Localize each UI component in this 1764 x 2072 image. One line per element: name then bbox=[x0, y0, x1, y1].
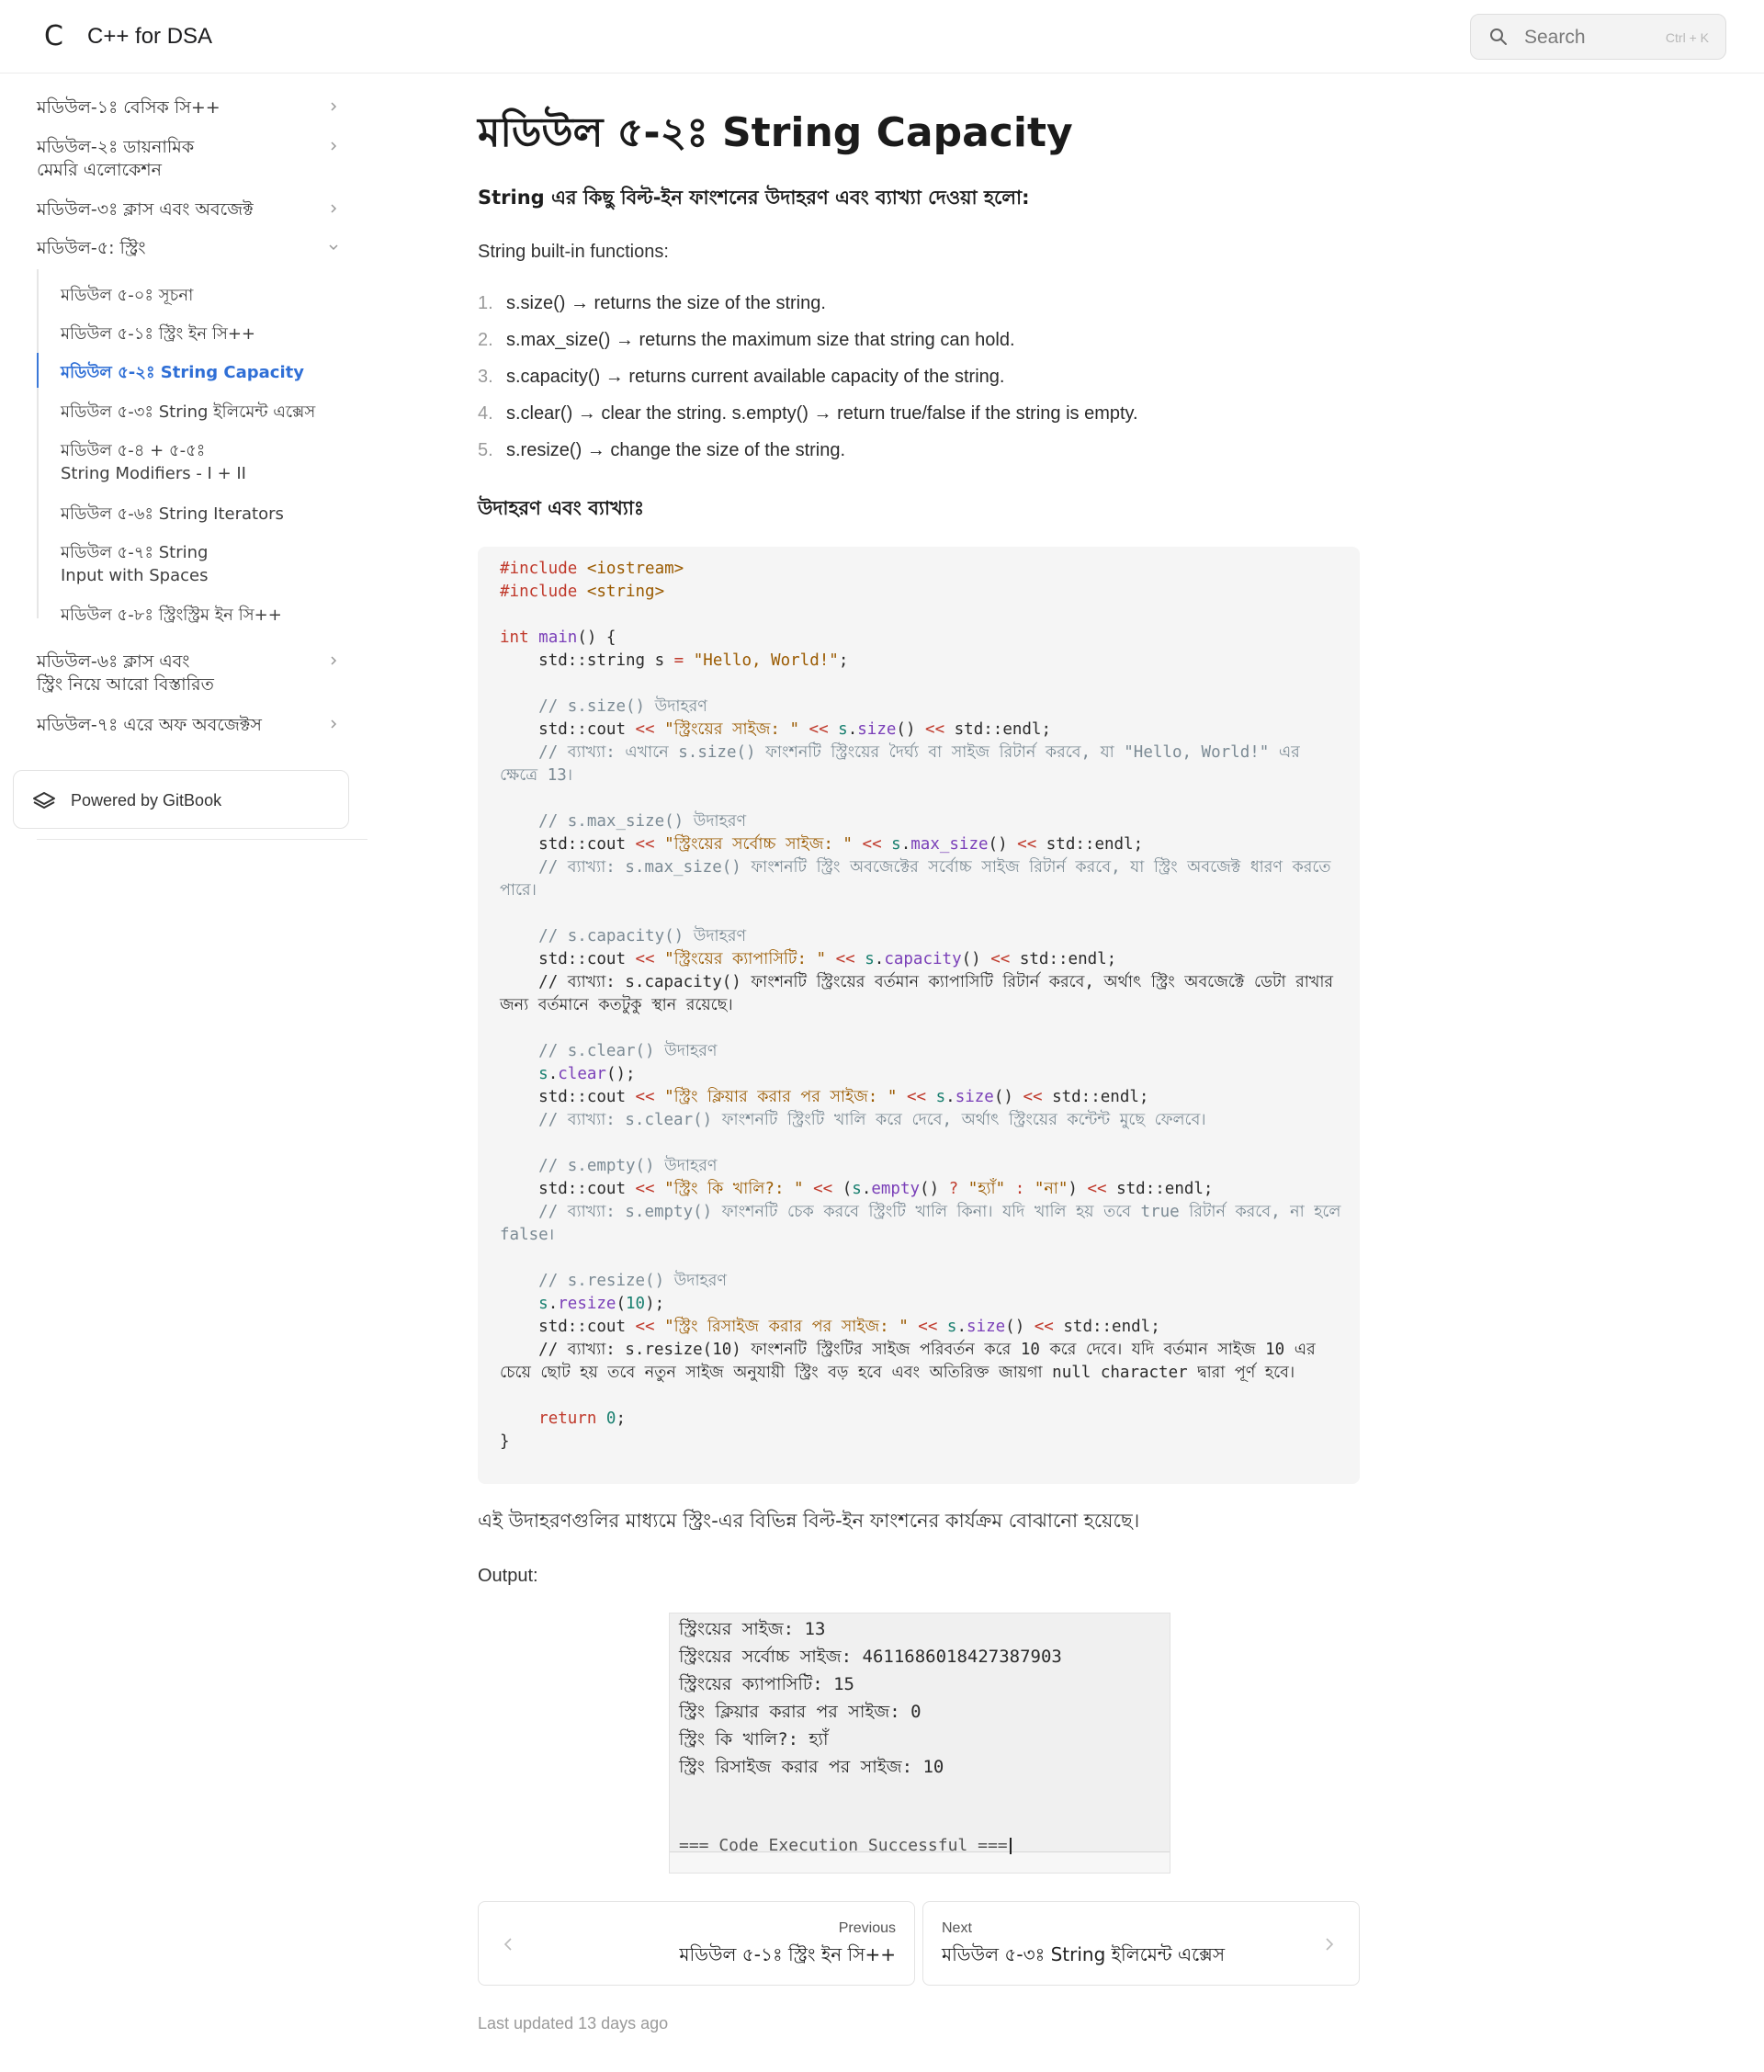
output-line: স্ট্রিংয়ের ক্যাপাসিটি: 15 bbox=[679, 1674, 854, 1694]
sidebar-item-module-2[interactable]: মডিউল-২ঃ ডায়নামিক মেমরি এলোকেশন bbox=[37, 136, 340, 182]
sidebar-subitem-5-0[interactable]: মডিউল ৫-০ঃ সূচনা bbox=[61, 284, 336, 307]
list-item: 1. s.size() → returns the size of the str… bbox=[478, 293, 826, 313]
output-line: স্ট্রিংয়ের সাইজ: 13 bbox=[679, 1619, 826, 1639]
output-line: স্ট্রিং কি খালি?: হ্যাঁ bbox=[679, 1729, 829, 1749]
output-line: স্ট্রিং ক্লিয়ার করার পর সাইজ: 0 bbox=[679, 1702, 922, 1722]
sidebar-item-label: মডিউল-২ঃ ডায়নামিক bbox=[37, 137, 195, 157]
sidebar-subitem-5-4-5[interactable]: মডিউল ৫-৪ + ৫-৫ঃ String Modifiers - I + … bbox=[61, 439, 336, 485]
sidebar-subitem-label: মডিউল ৫-৩ঃ String ইলিমেন্ট এক্সেস bbox=[61, 402, 316, 422]
chevron-right-icon bbox=[331, 204, 337, 213]
sidebar-subitem-label: মডিউল ৫-৭ঃ String bbox=[61, 543, 209, 562]
sidebar-item-label: মডিউল-৭ঃ এরে অফ অবজেক্টস bbox=[37, 715, 262, 735]
chevron-right-icon bbox=[331, 102, 337, 111]
sidebar-subitem-5-2[interactable]: মডিউল ৫-২ঃ String Capacity bbox=[61, 361, 336, 384]
next-label: Next bbox=[942, 1920, 972, 1936]
chevron-right-icon bbox=[331, 142, 337, 151]
sidebar-item-label: মডিউল-৩ঃ ক্লাস এবং অবজেক্ট bbox=[37, 199, 254, 220]
page-title: মডিউল ৫-২ঃ String Capacity bbox=[478, 109, 1073, 156]
sidebar-item-module-7[interactable]: মডিউল-৭ঃ এরে অফ অবজেক্টস bbox=[37, 714, 340, 737]
output-label: Output: bbox=[478, 1566, 538, 1586]
previous-label: Previous bbox=[838, 1920, 896, 1936]
example-heading: উদাহরণ এবং ব্যাখ্যাঃ bbox=[478, 497, 645, 519]
output-line: স্ট্রিং রিসাইজ করার পর সাইজ: 10 bbox=[679, 1757, 944, 1777]
previous-page-link[interactable]: Previous মডিউল ৫-১ঃ স্ট্রিং ইন সি++ bbox=[478, 1901, 915, 1986]
summary-text: এই উদাহরণগুলির মাধ্যমে স্ট্রিং-এর বিভিন্… bbox=[478, 1510, 1140, 1532]
list-item: 3. s.capacity() → returns current availab… bbox=[478, 367, 1005, 387]
sidebar-item-module-1[interactable]: মডিউল-১ঃ বেসিক সি++ bbox=[37, 96, 340, 119]
list-item: 2. s.max_size() → returns the maximum siz… bbox=[478, 330, 1015, 350]
code-block[interactable]: #include <iostream> #include <string> in… bbox=[478, 547, 1360, 1484]
sidebar-item-module-3[interactable]: মডিউল-৩ঃ ক্লাস এবং অবজেক্ট bbox=[37, 198, 340, 221]
sidebar-divider bbox=[37, 839, 368, 840]
search-box[interactable]: Search Ctrl + K bbox=[1470, 14, 1726, 60]
chevron-left-icon bbox=[503, 1938, 512, 1951]
sidebar-subitem-label: মডিউল ৫-২ঃ String Capacity bbox=[61, 363, 304, 382]
execution-status: === Code Execution Successful === bbox=[679, 1836, 1012, 1856]
chevron-down-icon bbox=[329, 244, 338, 251]
code-content: #include <iostream> #include <string> in… bbox=[500, 560, 1351, 1451]
search-placeholder: Search bbox=[1524, 27, 1586, 48]
sidebar-subitem-label: মডিউল ৫-৮ঃ স্ট্রিংস্ট্রিম ইন সি++ bbox=[61, 606, 282, 625]
sidebar-subitem-label: মডিউল ৫-৬ঃ String Iterators bbox=[61, 504, 284, 524]
list-item: 5. s.resize() → change the size of the st… bbox=[478, 440, 846, 460]
site-logo[interactable]: C bbox=[44, 22, 70, 51]
sidebar-subitem-5-1[interactable]: মডিউল ৫-১ঃ স্ট্রিং ইন সি++ bbox=[61, 323, 336, 345]
intro-text: String এর কিছু বিল্ট-ইন ফাংশনের উদাহরণ এ… bbox=[478, 187, 1030, 209]
list-item-text: s.capacity() → returns current available… bbox=[506, 367, 1005, 387]
output-screenshot: স্ট্রিংয়ের সাইজ: 13 স্ট্রিংয়ের সর্বোচ্… bbox=[669, 1613, 1170, 1874]
submenu-guide-line bbox=[37, 269, 39, 618]
chevron-right-icon bbox=[331, 719, 337, 729]
text-cursor bbox=[1009, 1838, 1012, 1854]
sidebar-subitem-label: String Modifiers - I + II bbox=[61, 464, 246, 483]
sidebar: মডিউল-১ঃ বেসিক সি++ মডিউল-২ঃ ডায়নামিক ম… bbox=[0, 74, 368, 845]
search-shortcut: Ctrl + K bbox=[1665, 30, 1709, 45]
sidebar-subitem-label: মডিউল ৫-০ঃ সূচনা bbox=[61, 286, 194, 305]
next-title: মডিউল ৫-৩ঃ String ইলিমেন্ট এক্সেস bbox=[942, 1943, 1226, 1965]
active-indicator bbox=[37, 353, 39, 388]
chevron-right-icon bbox=[331, 656, 337, 665]
list-item-text: s.size() → returns the size of the strin… bbox=[506, 293, 826, 313]
sidebar-item-label: স্ট্রিং নিয়ে আরো বিস্তারিত bbox=[37, 674, 214, 695]
sidebar-subitem-label: মডিউল ৫-৪ + ৫-৫ঃ bbox=[61, 441, 206, 460]
sidebar-subitem-5-7[interactable]: মডিউল ৫-৭ঃ String Input with Spaces bbox=[61, 541, 336, 587]
next-page-link[interactable]: Next মডিউল ৫-৩ঃ String ইলিমেন্ট এক্সেস bbox=[922, 1901, 1360, 1986]
sidebar-subitem-label: Input with Spaces bbox=[61, 566, 209, 585]
console-output: স্ট্রিংয়ের সাইজ: 13 স্ট্রিংয়ের সর্বোচ্… bbox=[670, 1613, 1170, 1855]
powered-by-gitbook-link[interactable]: Powered by GitBook bbox=[13, 770, 349, 829]
powered-by-label: Powered by GitBook bbox=[71, 791, 222, 810]
list-item-text: s.clear() → clear the string. s.empty() … bbox=[506, 403, 1138, 424]
output-line: স্ট্রিংয়ের সর্বোচ্চ সাইজ: 4611686018427… bbox=[679, 1647, 1062, 1667]
top-bar: C C++ for DSA Search Ctrl + K bbox=[0, 0, 1764, 74]
last-updated: Last updated 13 days ago bbox=[478, 2014, 669, 2032]
gitbook-icon bbox=[33, 792, 55, 809]
list-item-text: s.resize() → change the size of the stri… bbox=[506, 440, 846, 460]
list-intro: String built-in functions: bbox=[478, 242, 669, 262]
search-icon bbox=[1490, 28, 1507, 45]
sidebar-item-label: মডিউল-৫: স্ট্রিং bbox=[37, 238, 146, 258]
sidebar-subitem-label: মডিউল ৫-১ঃ স্ট্রিং ইন সি++ bbox=[61, 324, 256, 344]
sidebar-subitem-5-3[interactable]: মডিউল ৫-৩ঃ String ইলিমেন্ট এক্সেস bbox=[61, 401, 336, 424]
sidebar-item-label: মডিউল-৬ঃ ক্লাস এবং bbox=[37, 651, 190, 672]
list-item-text: s.max_size() → returns the maximum size … bbox=[506, 330, 1015, 350]
sidebar-item-label: মেমরি এলোকেশন bbox=[37, 160, 163, 180]
previous-title: মডিউল ৫-১ঃ স্ট্রিং ইন সি++ bbox=[679, 1943, 896, 1965]
sidebar-item-module-6[interactable]: মডিউল-৬ঃ ক্লাস এবং স্ট্রিং নিয়ে আরো বিস… bbox=[37, 651, 340, 696]
sidebar-subitem-5-6[interactable]: মডিউল ৫-৬ঃ String Iterators bbox=[61, 503, 336, 526]
sidebar-subitem-5-8[interactable]: মডিউল ৫-৮ঃ স্ট্রিংস্ট্রিম ইন সি++ bbox=[61, 604, 336, 627]
chevron-right-icon bbox=[1326, 1938, 1334, 1951]
list-item: 4. s.clear() → clear the string. s.empty(… bbox=[478, 403, 1138, 424]
sidebar-item-label: মডিউল-১ঃ বেসিক সি++ bbox=[37, 97, 220, 118]
sidebar-item-module-5[interactable]: মডিউল-৫: স্ট্রিং bbox=[37, 237, 340, 260]
site-title[interactable]: C++ for DSA bbox=[87, 22, 212, 51]
